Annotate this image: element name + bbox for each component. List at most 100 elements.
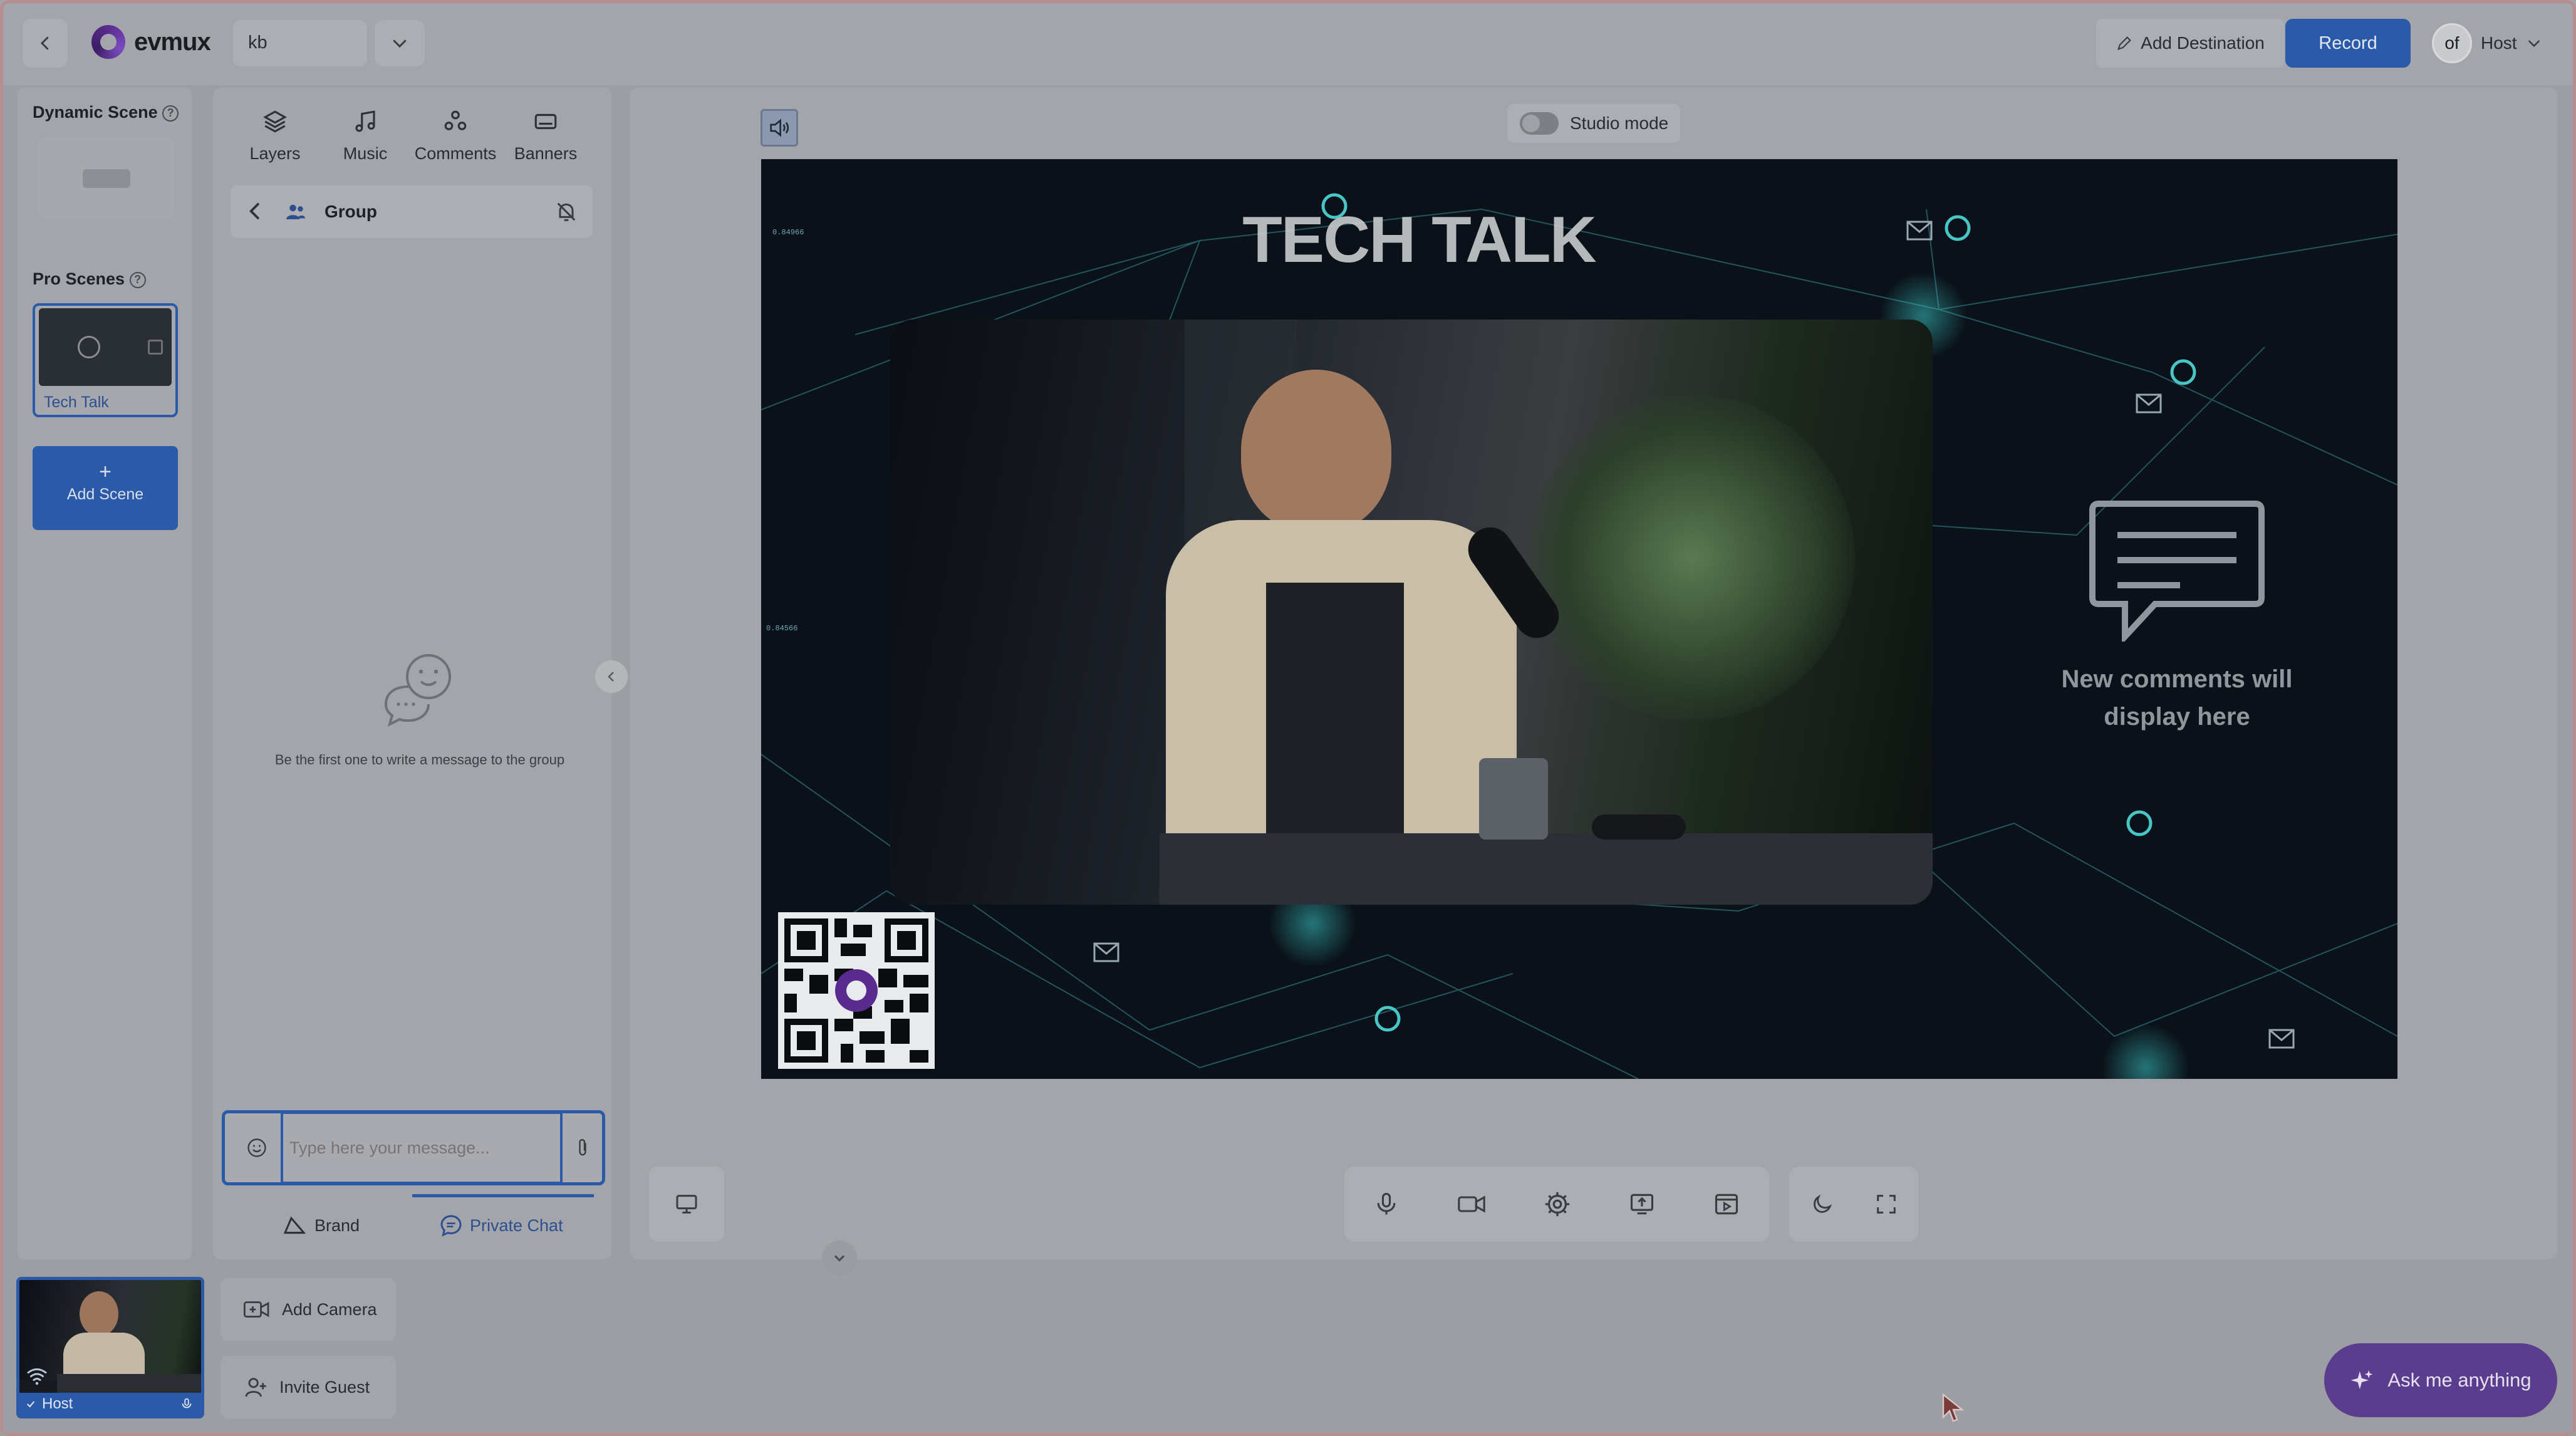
help-icon[interactable]: ? (162, 105, 179, 122)
tab-music[interactable]: Music (323, 107, 407, 164)
emoji-icon[interactable] (246, 1137, 268, 1159)
comments-placeholder-text: New comments will display here (2061, 665, 2293, 731)
microphone-icon[interactable] (180, 1397, 194, 1411)
microphone-icon[interactable] (1373, 1190, 1400, 1218)
add-scene-button[interactable]: + Add Scene (33, 446, 178, 530)
banners-icon (534, 113, 557, 130)
comment-placeholder-icon (2089, 501, 2265, 642)
comments-overlay: New comments will display here (1989, 497, 2365, 736)
ask-me-anything-button[interactable]: Ask me anything (2324, 1343, 2557, 1417)
mouse-cursor-icon (1942, 1393, 1965, 1422)
sparkle-icon (2350, 1370, 2373, 1390)
tab-label: Comments (414, 144, 497, 163)
tab-label: Banners (514, 144, 578, 163)
tab-label: Layers (249, 144, 301, 163)
chevron-down-icon (2528, 40, 2540, 48)
pencil-icon (2117, 36, 2131, 50)
audio-toggle-button[interactable] (761, 109, 798, 147)
qr-code (778, 912, 935, 1069)
expand-down-button[interactable] (822, 1241, 857, 1276)
check-icon (26, 1401, 35, 1408)
add-camera-button[interactable]: Add Camera (221, 1278, 396, 1341)
attachment-icon[interactable] (571, 1137, 594, 1159)
back-button[interactable] (23, 19, 68, 68)
speaker-icon (770, 118, 789, 137)
active-tab-indicator (412, 1194, 594, 1197)
studio-mode-toggle[interactable]: Studio mode (1507, 104, 1680, 143)
dynamic-scene-thumb[interactable] (38, 138, 174, 218)
pro-scenes-title: Pro Scenes ? (33, 269, 146, 289)
app-logo: evmux (91, 25, 211, 59)
tab-label: Brand (314, 1215, 360, 1235)
chevron-left-icon[interactable] (243, 199, 267, 223)
dynamic-scene-label: Dynamic Scene (33, 103, 158, 122)
plus-icon: + (99, 460, 112, 484)
group-icon (286, 204, 305, 219)
wifi-icon (27, 1368, 47, 1385)
help-icon[interactable]: ? (129, 271, 146, 288)
chevron-left-icon (40, 36, 49, 50)
media-controls (1344, 1167, 1769, 1242)
layers-icon (263, 110, 287, 133)
title-overlay: TECH TALK (1242, 204, 1597, 276)
settings-icon[interactable] (1543, 1190, 1572, 1219)
data-label-top: 0.84966 (772, 228, 804, 237)
workspace-dropdown-button[interactable] (375, 20, 425, 66)
scene-label: Tech Talk (44, 393, 109, 411)
message-input[interactable] (281, 1111, 563, 1184)
tab-label: Music (343, 144, 388, 163)
empty-chat-text: Be the first one to write a message to t… (274, 752, 565, 767)
brand-icon (283, 1216, 306, 1234)
user-menu[interactable]: of Host (2432, 19, 2547, 68)
media-icon[interactable] (1712, 1190, 1741, 1218)
dynamic-scene-title: Dynamic Scene ? (33, 103, 179, 122)
toggle-switch[interactable] (1520, 112, 1559, 135)
tab-label: Private Chat (470, 1215, 563, 1235)
tab-private-chat[interactable]: Private Chat (439, 1213, 563, 1238)
add-destination-label: Add Destination (2141, 33, 2265, 53)
add-destination-button[interactable]: Add Destination (2096, 19, 2284, 68)
avatar: of (2432, 23, 2472, 63)
record-button[interactable]: Record (2285, 19, 2411, 68)
moon-icon[interactable] (1809, 1192, 1834, 1217)
invite-user-icon (245, 1378, 266, 1397)
chevron-left-icon (608, 672, 614, 682)
add-camera-icon (243, 1301, 269, 1318)
music-icon (355, 110, 375, 132)
invite-guest-button[interactable]: Invite Guest (221, 1356, 396, 1418)
notification-off-icon[interactable] (554, 199, 579, 224)
invite-guest-label: Invite Guest (279, 1377, 370, 1397)
ask-label: Ask me anything (2387, 1369, 2532, 1391)
studio-mode-label: Studio mode (1570, 113, 1669, 133)
fullscreen-icon[interactable] (1874, 1192, 1899, 1217)
add-scene-label: Add Scene (66, 486, 144, 503)
group-title: Group (325, 202, 377, 221)
chevron-down-icon (834, 1255, 845, 1262)
host-camera-tile[interactable]: Host (16, 1277, 204, 1418)
scene-tech-talk[interactable]: Tech Talk (33, 303, 178, 417)
host-name: Host (42, 1395, 73, 1412)
data-label-mid: 0.84566 (766, 624, 797, 633)
monitor-icon (676, 1195, 697, 1214)
layout-button[interactable] (649, 1167, 724, 1242)
stream-canvas: 0.84966 0.84566 TECH TALK New comments w… (761, 159, 2397, 1079)
tab-layers[interactable]: Layers (233, 107, 317, 164)
camera-feed (890, 320, 1933, 905)
camera-icon[interactable] (1456, 1190, 1487, 1218)
chat-bubbles-icon (384, 654, 451, 727)
view-controls (1789, 1167, 1918, 1242)
tab-comments[interactable]: Comments (413, 107, 497, 164)
logo-mark-icon (91, 25, 125, 59)
brand-name: evmux (134, 28, 211, 56)
screen-share-icon[interactable] (1628, 1190, 1656, 1218)
chat-icon (440, 1215, 462, 1237)
host-label-bar: Host (19, 1393, 201, 1415)
tab-brand[interactable]: Brand (281, 1213, 360, 1238)
collapse-panel-button[interactable] (595, 660, 628, 693)
workspace-field[interactable]: kb (233, 20, 367, 66)
comments-icon (444, 110, 467, 130)
chevron-down-icon (393, 39, 407, 48)
pro-scenes-label: Pro Scenes (33, 269, 125, 288)
user-name: Host (2481, 33, 2517, 53)
tab-banners[interactable]: Banners (504, 107, 588, 164)
